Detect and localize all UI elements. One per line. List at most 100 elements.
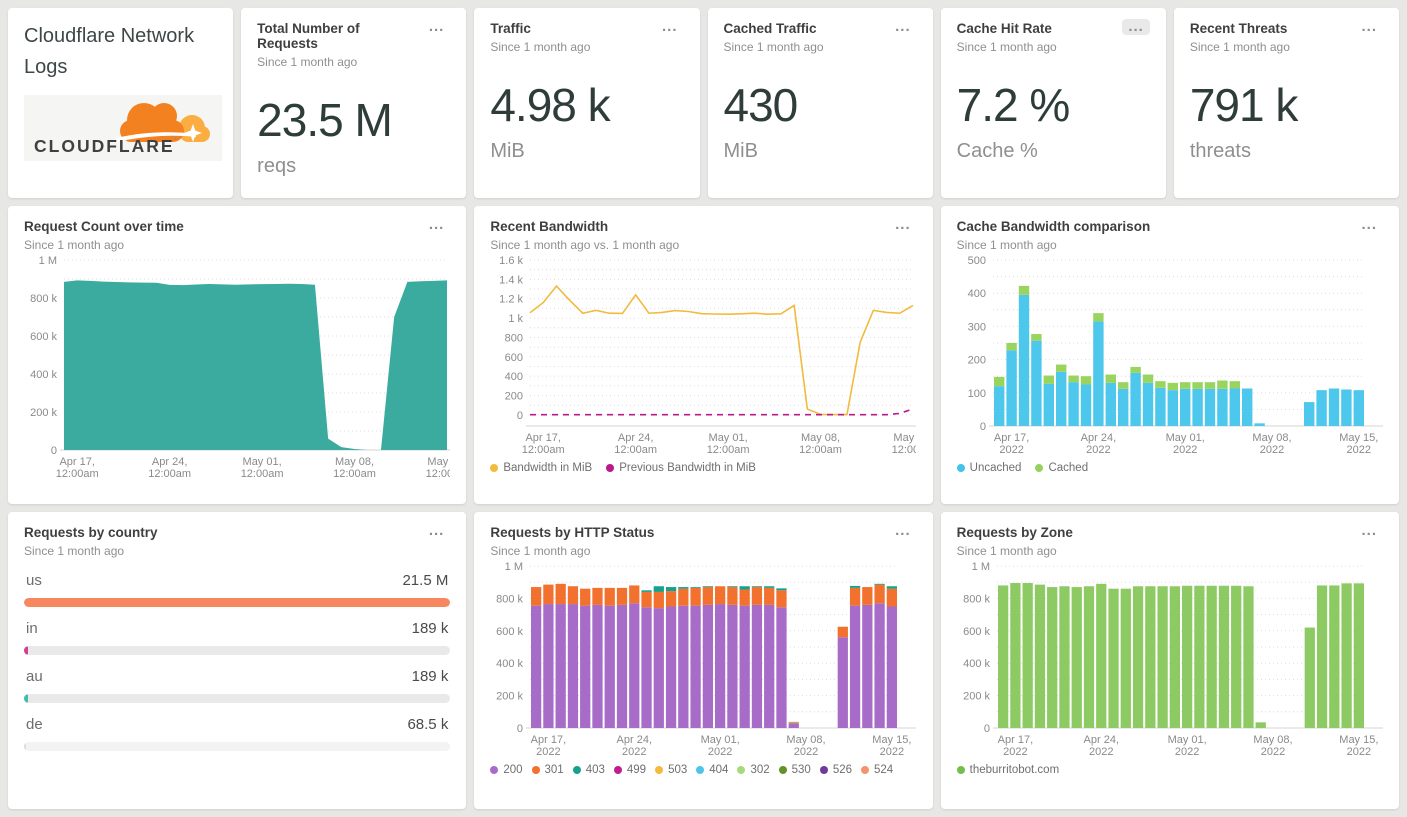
panel-menu-button[interactable]: ... [889,217,917,233]
panel-title: Cache Bandwidth comparison [956,219,1151,234]
legend-item[interactable]: 200 [490,764,523,776]
legend-item[interactable]: 524 [861,764,893,776]
svg-text:400: 400 [967,288,985,300]
svg-text:1.4 k: 1.4 k [499,274,523,286]
svg-text:2022: 2022 [1346,444,1370,456]
legend-item[interactable]: theburritobot.com [956,764,1059,776]
bar-segment [690,587,702,588]
bar-segment [531,587,542,606]
bar-segment [1157,586,1168,728]
legend-item[interactable]: 404 [696,764,728,776]
legend-label: 403 [585,764,605,776]
dashboard-title-card: Cloudflare Network Logs CLOUDFLARE' [8,8,234,198]
svg-text:2022: 2022 [1260,746,1284,758]
bar-segment [1229,388,1240,426]
svg-text:2022: 2022 [999,444,1023,456]
panel-recent-bandwidth: Recent Bandwidth Since 1 month ago vs. 1… [474,206,933,504]
country-value: 189 k [411,620,449,637]
bar-segment [1179,382,1191,389]
bar-segment [850,585,861,588]
bar-segment [666,587,677,592]
svg-text:Apr 24,: Apr 24, [1083,734,1118,746]
zone-legend: theburritobot.com [956,764,1383,776]
country-row: au 189 k [24,668,451,703]
bar-segment [580,588,591,606]
bar-segment [776,590,787,608]
bar-segment [887,588,898,607]
legend-item[interactable]: Bandwidth in MiB [490,462,592,474]
cache-bandwidth-legend: Uncached Cached [956,462,1383,474]
legend-item[interactable]: 403 [572,764,605,776]
svg-text:2022: 2022 [1086,444,1110,456]
svg-text:800 k: 800 k [496,593,523,605]
bar-segment [874,583,886,585]
bar-segment [764,604,775,728]
legend-item[interactable]: 503 [655,764,687,776]
legend-item[interactable]: 499 [613,764,646,776]
legend-dot-icon [572,766,581,774]
bar-segment [1132,586,1143,728]
stat-card-traffic: Traffic Since 1 month ago ... 4.98 k MiB [474,8,700,198]
country-value: 189 k [411,668,449,685]
country-bar-track [24,646,451,655]
bar-segment [1204,382,1215,389]
legend-item[interactable]: Previous Bandwidth in MiB [606,462,756,474]
bar-segment [1167,382,1178,391]
bar-segment [1353,583,1364,728]
bar-segment [850,605,861,728]
stat-value: 7.2 % [956,79,1071,131]
panel-menu-button[interactable]: ... [423,217,451,233]
bar-segment [862,587,873,605]
svg-text:100: 100 [967,388,985,400]
panel-menu-button[interactable]: ... [656,19,684,35]
legend-item[interactable]: Cached [1035,462,1088,474]
stat-card-cache-hit-rate: Cache Hit Rate Since 1 month ago ... 7.2… [940,8,1166,198]
panel-title: Requests by Zone [956,525,1073,540]
legend-item[interactable]: 526 [819,764,852,776]
svg-text:600 k: 600 k [30,331,57,343]
bar-segment [764,587,775,605]
dashboard: Cloudflare Network Logs CLOUDFLARE' Tota… [0,0,1407,817]
country-bar-fill [24,742,26,751]
bar-segment [666,591,677,607]
line-series [529,284,914,416]
bar-segment [1192,388,1203,426]
legend-dot-icon [490,766,499,774]
svg-text:Apr 24,: Apr 24, [618,432,653,444]
bar-segment [703,587,714,605]
bar-segment [678,588,689,606]
legend-item[interactable]: 302 [737,764,770,776]
legend-dot-icon [606,464,615,472]
svg-text:Apr 24,: Apr 24, [617,734,652,746]
bar-segment [993,376,1005,387]
svg-text:2022: 2022 [880,746,904,758]
bar-segment [617,604,628,728]
svg-text:400: 400 [505,371,523,383]
panel-subtitle: Since 1 month ago [24,238,125,252]
panel-menu-button[interactable]: ... [423,19,451,35]
svg-text:400 k: 400 k [496,658,523,670]
bar-segment [1105,382,1116,426]
panel-menu-button[interactable]: ... [1355,523,1383,539]
bar-segment [727,587,738,605]
svg-text:0: 0 [980,421,986,433]
svg-text:May 01,: May 01, [709,432,748,444]
legend-item[interactable]: 301 [531,764,564,776]
panel-menu-button[interactable]: ... [423,523,451,539]
svg-text:300: 300 [967,321,985,333]
bar-segment [1142,382,1153,426]
bar-segment [788,721,800,724]
bar-segment [592,587,603,605]
bar-segment [1204,388,1215,426]
panel-menu-button[interactable]: ... [889,523,917,539]
bar-segment [1254,423,1265,426]
country-value: 68.5 k [407,716,449,733]
bar-segment [887,606,898,728]
panel-menu-button[interactable]: ... [1355,217,1383,233]
legend-item[interactable]: 530 [778,764,811,776]
legend-item[interactable]: Uncached [956,462,1021,474]
bar-segment [1009,583,1021,728]
panel-menu-button[interactable]: ... [1355,19,1383,35]
panel-menu-button[interactable]: ... [889,19,917,35]
panel-menu-button[interactable]: ... [1122,19,1150,35]
